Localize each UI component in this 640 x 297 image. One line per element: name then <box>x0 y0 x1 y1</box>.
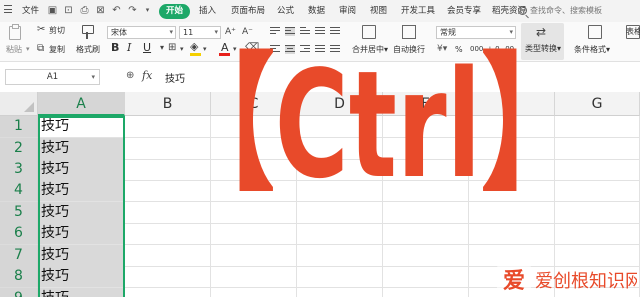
row-header-6[interactable]: 6 <box>0 223 38 245</box>
name-box[interactable]: A1 ▾ <box>5 69 100 85</box>
copy-icon[interactable]: ⧉ <box>37 43 44 55</box>
selection-border <box>38 116 125 297</box>
tab-data[interactable]: 数据 <box>308 0 325 22</box>
save-icon[interactable]: ▣ <box>47 5 58 16</box>
table-style-button[interactable]: 表格 <box>626 26 640 37</box>
tab-member[interactable]: 会员专享 <box>447 0 481 22</box>
orientation-icon[interactable] <box>315 27 325 36</box>
chevron-down-icon[interactable]: ▾ <box>142 5 153 16</box>
ctrl-overlay: 【Ctrl】 <box>174 39 582 196</box>
tab-start[interactable]: 开始 <box>159 4 190 19</box>
print-preview-icon[interactable]: ⊠ <box>95 5 106 16</box>
watermark: 爱 爱创根知识网 <box>497 264 637 294</box>
paste-button[interactable]: 粘贴 <box>6 44 22 55</box>
menu-bar: 文件 ▣ ⊡ ⎙ ⊠ ↶ ↷ ▾ 开始 插入 页面布局 公式 数据 审阅 视图 … <box>0 0 640 22</box>
align-middle-icon[interactable] <box>285 27 295 36</box>
row-header-2[interactable]: 2 <box>0 138 38 160</box>
chevron-down-icon: ▾ <box>91 73 95 81</box>
align-top-icon[interactable] <box>270 27 280 36</box>
name-box-value: A1 <box>46 72 59 82</box>
grid-line <box>38 243 640 245</box>
search-input[interactable]: 查找命令、搜索模板 <box>530 0 602 22</box>
tab-developer[interactable]: 开发工具 <box>401 0 435 22</box>
indent-icon[interactable] <box>330 27 340 36</box>
undo-icon[interactable]: ↶ <box>111 5 122 16</box>
print-icon[interactable]: ⎙ <box>79 5 90 16</box>
row-header-5[interactable]: 5 <box>0 202 38 224</box>
paste-dropdown-icon[interactable]: ▾ <box>26 44 30 55</box>
zoom-search-icon[interactable]: ⊕ <box>126 70 134 81</box>
column-header-a[interactable]: A <box>38 92 125 116</box>
tab-insert[interactable]: 插入 <box>199 0 216 22</box>
format-painter-icon[interactable] <box>80 25 94 40</box>
fx-icon[interactable]: fx <box>142 69 152 82</box>
undo-history-icon[interactable]: ⊡ <box>63 5 74 16</box>
bold-button[interactable]: B <box>111 42 119 53</box>
underline-dropdown-icon[interactable]: ▾ <box>160 42 164 54</box>
tab-review[interactable]: 审阅 <box>339 0 356 22</box>
search-icon[interactable] <box>518 6 527 15</box>
copy-button[interactable]: 复制 <box>49 44 65 55</box>
cut-icon[interactable]: ✂ <box>37 24 45 36</box>
cut-button[interactable]: 剪切 <box>49 25 65 36</box>
select-all-corner[interactable] <box>0 92 38 116</box>
paste-icon[interactable] <box>9 24 21 40</box>
menu-icon[interactable] <box>4 5 12 15</box>
watermark-text: 爱创根知识网 <box>535 271 637 292</box>
tab-page-layout[interactable]: 页面布局 <box>231 0 265 22</box>
format-painter-button[interactable]: 格式刷 <box>76 44 100 55</box>
underline-button[interactable]: U <box>143 42 151 53</box>
row-header-8[interactable]: 8 <box>0 266 38 288</box>
align-bottom-icon[interactable] <box>300 27 310 36</box>
tab-formulas[interactable]: 公式 <box>277 0 294 22</box>
row-header-9[interactable]: 9 <box>0 288 38 297</box>
watermark-logo: 爱 <box>503 269 525 294</box>
ctrl-overlay-text: 【Ctrl】 <box>174 39 582 196</box>
font-name-value: 宋体 <box>111 28 127 37</box>
row-header-3[interactable]: 3 <box>0 159 38 181</box>
redo-icon[interactable]: ↷ <box>127 5 138 16</box>
italic-button[interactable]: I <box>127 42 131 53</box>
row-header-1[interactable]: 1 <box>0 116 38 138</box>
tab-view[interactable]: 视图 <box>370 0 387 22</box>
grid-line <box>38 222 640 224</box>
row-header-4[interactable]: 4 <box>0 180 38 202</box>
menu-file[interactable]: 文件 <box>22 0 39 22</box>
font-name-select[interactable]: 宋体 ▾ <box>107 26 176 39</box>
conditional-format-icon[interactable] <box>588 25 602 39</box>
grid-line <box>38 200 640 202</box>
row-header-7[interactable]: 7 <box>0 245 38 267</box>
